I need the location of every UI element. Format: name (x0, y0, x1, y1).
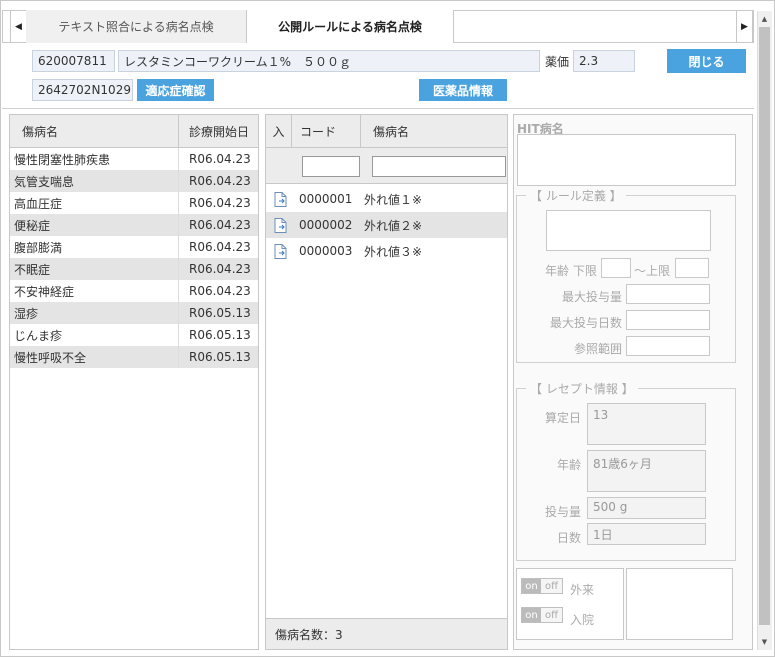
diagnosis-name: 便秘症 (14, 218, 51, 233)
document-icon[interactable] (274, 243, 287, 259)
tab-scroll-left-icon[interactable]: ◀ (10, 10, 27, 43)
days-field: 1日 (587, 523, 706, 545)
list-item[interactable]: 0000003 外れ値３※ (266, 238, 507, 264)
diagnosis-name: じんま疹 (14, 328, 63, 343)
table-row[interactable]: 不安神経症 R06.04.23 (10, 280, 258, 302)
start-date: R06.04.23 (178, 148, 258, 170)
divider (2, 108, 754, 109)
drug-code-field: 620007811 (32, 50, 115, 72)
start-date: R06.04.23 (178, 258, 258, 280)
indication-check-button[interactable]: 適応症確認 (137, 79, 214, 101)
start-date: R06.04.23 (178, 192, 258, 214)
table-row[interactable]: 便秘症 R06.04.23 (10, 214, 258, 236)
table-row[interactable]: じんま疹 R06.05.13 (10, 324, 258, 346)
inpatient-toggle[interactable]: on off (521, 607, 563, 623)
dose-field: 500 g (587, 497, 706, 519)
col-start-date[interactable]: 診療開始日 (178, 115, 258, 147)
table-row[interactable]: 不眠症 R06.04.23 (10, 258, 258, 280)
drug-name-field: レスタミンコーワクリーム１% ５００ｇ (118, 50, 540, 72)
rule-diagnosis-name: 外れ値２※ (364, 218, 423, 233)
age-lower-input[interactable] (601, 258, 631, 278)
diagnosis-count: 傷病名数：3 (266, 618, 507, 649)
diagnosis-name: 腹部膨満 (14, 240, 63, 255)
start-date: R06.04.23 (178, 236, 258, 258)
table-row[interactable]: 腹部膨満 R06.04.23 (10, 236, 258, 258)
receipt-code-field: 2642702N1029 (32, 79, 133, 101)
start-date: R06.05.13 (178, 324, 258, 346)
receipt-info-legend: 【 レセプト情報 】 (526, 380, 638, 397)
age-lower-label: 年齢 下限 (545, 264, 597, 278)
rule-code: 0000003 (299, 244, 353, 258)
age-upper-label: ～上限 (634, 264, 671, 278)
toggle-on-label: on (522, 579, 542, 593)
table-row[interactable]: 高血圧症 R06.04.23 (10, 192, 258, 214)
scrollbar-thumb[interactable] (759, 27, 770, 625)
scroll-down-icon[interactable]: ▼ (757, 634, 772, 649)
diagnosis-name: 不安神経症 (14, 284, 75, 299)
diagnosis-name: 湿疹 (14, 306, 39, 321)
price-label: 薬価 (545, 54, 570, 69)
toggle-on-label: on (522, 608, 542, 622)
tab-public-rule[interactable]: 公開ルールによる病名点検 (247, 10, 454, 43)
reference-range-input[interactable] (626, 336, 710, 356)
diagnosis-name: 気管支喘息 (14, 174, 75, 189)
table-row[interactable]: 湿疹 R06.05.13 (10, 302, 258, 324)
days-label: 日数 (557, 531, 582, 545)
close-button[interactable]: 閉じる (667, 49, 746, 73)
start-date: R06.05.13 (178, 346, 258, 368)
document-icon[interactable] (274, 191, 287, 207)
max-dose-input[interactable] (626, 284, 710, 304)
rule-definition-box (546, 210, 711, 251)
code-filter-input[interactable] (302, 156, 360, 177)
tab-scroll-right-icon[interactable]: ▶ (736, 10, 753, 43)
diagnosis-name: 高血圧症 (14, 196, 63, 211)
table-row[interactable]: 慢性閉塞性肺疾患 R06.04.23 (10, 148, 258, 170)
document-icon[interactable] (274, 217, 287, 233)
col-diagnosis-name[interactable]: 傷病名 (10, 123, 178, 140)
calc-date-field: 13 (587, 403, 706, 445)
diagnosis-name: 慢性呼吸不全 (14, 350, 87, 365)
rule-diagnosis-name: 外れ値３※ (364, 244, 423, 259)
diagnosis-name: 慢性閉塞性肺疾患 (14, 152, 111, 167)
max-dose-label: 最大投与量 (562, 290, 623, 304)
rule-diagnosis-header: 入 コード 傷病名 (266, 115, 507, 148)
reference-range-label: 参照範囲 (574, 342, 623, 356)
calc-date-label: 算定日 (545, 411, 582, 425)
tab-text-match[interactable]: テキスト照合による病名点検 (26, 10, 247, 43)
rule-code: 0000001 (299, 192, 353, 206)
rule-definition-legend: 【 ルール定義 】 (526, 187, 626, 204)
col-rule-diagnosis[interactable]: 傷病名 (361, 123, 507, 140)
rule-code: 0000002 (299, 218, 353, 232)
scroll-up-icon[interactable]: ▲ (757, 11, 772, 26)
outpatient-label: 外来 (570, 583, 595, 597)
start-date: R06.05.13 (178, 302, 258, 324)
hit-diagnosis-box (517, 134, 736, 186)
max-days-label: 最大投与日数 (550, 316, 623, 330)
col-input[interactable]: 入 (266, 115, 292, 147)
name-filter-input[interactable] (372, 156, 506, 177)
inpatient-label: 入院 (570, 613, 595, 627)
diagnosis-name: 不眠症 (14, 262, 51, 277)
toggle-off-label: off (541, 608, 562, 622)
table-row[interactable]: 気管支喘息 R06.04.23 (10, 170, 258, 192)
price-field: 2.3 (573, 50, 635, 72)
diagnosis-list-header: 傷病名 診療開始日 (10, 115, 258, 148)
start-date: R06.04.23 (178, 170, 258, 192)
note-box (626, 568, 733, 640)
age-label: 年齢 (557, 458, 582, 472)
list-item[interactable]: 0000001 外れ値１※ (266, 186, 507, 212)
max-days-input[interactable] (626, 310, 710, 330)
rule-diagnosis-name: 外れ値１※ (364, 192, 423, 207)
list-item[interactable]: 0000002 外れ値２※ (266, 212, 507, 238)
dose-label: 投与量 (545, 505, 582, 519)
age-field: 81歳6ヶ月 (587, 450, 706, 492)
start-date: R06.04.23 (178, 280, 258, 302)
toggle-off-label: off (541, 579, 562, 593)
start-date: R06.04.23 (178, 214, 258, 236)
age-upper-input[interactable] (675, 258, 709, 278)
drug-info-button[interactable]: 医薬品情報 (419, 79, 507, 101)
table-row[interactable]: 慢性呼吸不全 R06.05.13 (10, 346, 258, 368)
outpatient-toggle[interactable]: on off (521, 578, 563, 594)
col-code[interactable]: コード (292, 115, 361, 147)
